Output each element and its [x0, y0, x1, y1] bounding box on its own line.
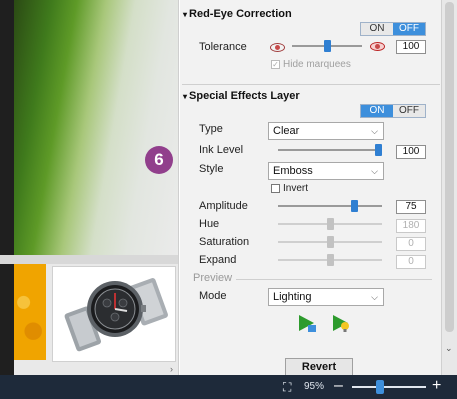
collapse-triangle-icon: ▾	[183, 10, 188, 19]
expand-slider[interactable]	[278, 254, 382, 266]
ink-level-knob[interactable]	[375, 144, 382, 156]
preview-divider	[236, 279, 432, 280]
status-bar: ⛶ 95% – +	[0, 375, 457, 399]
main-photo	[14, 0, 178, 255]
style-label: Style	[199, 163, 224, 175]
special-toggle[interactable]: ON OFF	[360, 104, 426, 118]
thumbnail-orange[interactable]	[14, 264, 46, 360]
style-select[interactable]: Emboss ⌵	[268, 162, 384, 180]
hue-knob[interactable]	[327, 218, 334, 230]
invert-label: Invert	[283, 183, 309, 194]
invert-checkbox[interactable]: Invert	[271, 183, 308, 194]
type-select-value: Clear	[273, 125, 300, 137]
amplitude-label: Amplitude	[199, 200, 248, 212]
saturation-value[interactable]: 0	[396, 237, 426, 251]
red-eye-open-icon	[370, 42, 385, 51]
chevron-down-icon: ⌵	[371, 166, 378, 176]
type-select[interactable]: Clear ⌵	[268, 122, 384, 140]
apply-green-svg	[299, 315, 316, 332]
expand-label: Expand	[199, 254, 237, 266]
thumbnail-strip-edge	[0, 264, 14, 375]
amplitude-track	[278, 205, 382, 207]
hide-marquees-label: Hide marquees	[283, 59, 351, 70]
ink-level-label: Ink Level	[199, 144, 244, 156]
fit-screen-icon[interactable]: ⛶	[283, 380, 291, 395]
redeye-off-button[interactable]: OFF	[393, 23, 425, 35]
photo-edge	[0, 0, 14, 255]
special-on-button[interactable]: ON	[361, 105, 393, 117]
ink-level-value[interactable]: 100	[396, 145, 426, 159]
hide-marquees-box[interactable]: ✓	[271, 60, 280, 69]
section-divider	[182, 84, 440, 85]
expand-knob[interactable]	[327, 254, 334, 266]
redeye-on-button[interactable]: ON	[361, 23, 393, 35]
ink-level-slider[interactable]	[278, 144, 382, 156]
watch-image	[64, 278, 168, 352]
scroll-down-arrow[interactable]: ⌄	[445, 343, 453, 354]
mode-select[interactable]: Lighting ⌵	[268, 288, 384, 306]
zoom-in-button[interactable]: +	[432, 377, 441, 395]
red-eye-closed-icon	[270, 43, 285, 52]
hue-slider[interactable]	[278, 218, 382, 230]
style-select-value: Emboss	[273, 165, 313, 177]
tolerance-slider[interactable]	[292, 40, 362, 52]
redeye-section-title[interactable]: ▾ Red-Eye Correction	[183, 8, 292, 20]
zoom-knob[interactable]	[376, 380, 384, 394]
image-viewer: ›	[0, 0, 179, 375]
expand-value[interactable]: 0	[396, 255, 426, 269]
invert-box[interactable]	[271, 184, 280, 193]
thumbnail-scroll-arrow[interactable]: ›	[170, 364, 173, 374]
chevron-down-icon: ⌵	[371, 292, 378, 302]
light-bulb-svg	[333, 315, 349, 332]
amplitude-slider[interactable]	[278, 200, 382, 212]
thumbnail-watch[interactable]	[52, 266, 176, 362]
zoom-out-button[interactable]: –	[334, 377, 343, 395]
tolerance-value[interactable]: 100	[396, 40, 426, 54]
type-label: Type	[199, 123, 223, 135]
ink-level-track	[278, 149, 382, 151]
zoom-track[interactable]	[352, 386, 426, 388]
apply-green-icon[interactable]	[296, 312, 318, 334]
saturation-label: Saturation	[199, 236, 250, 248]
revert-button[interactable]: Revert	[285, 358, 353, 376]
chevron-down-icon: ⌵	[371, 126, 378, 136]
light-bulb-icon[interactable]	[330, 312, 352, 334]
mode-select-value: Lighting	[273, 291, 312, 303]
hue-value[interactable]: 180	[396, 219, 426, 233]
panel-scrollbar[interactable]: ⌄	[441, 0, 457, 375]
special-section-title[interactable]: ▾ Special Effects Layer	[183, 90, 300, 102]
hide-marquees-checkbox[interactable]: ✓ Hide marquees	[271, 59, 351, 70]
special-title-text: Special Effects Layer	[189, 90, 300, 102]
hue-label: Hue	[199, 218, 220, 230]
saturation-knob[interactable]	[327, 236, 334, 248]
amplitude-knob[interactable]	[351, 200, 358, 212]
redeye-title-text: Red-Eye Correction	[189, 8, 292, 20]
tolerance-label: Tolerance	[199, 41, 247, 53]
saturation-slider[interactable]	[278, 236, 382, 248]
scrollbar-thumb[interactable]	[445, 2, 454, 332]
step-badge: 6	[145, 146, 173, 174]
amplitude-value[interactable]: 75	[396, 200, 426, 214]
mode-label: Mode	[199, 290, 227, 302]
special-off-button[interactable]: OFF	[393, 105, 425, 117]
thumbnail-separator	[0, 255, 178, 264]
zoom-percent: 95%	[304, 381, 325, 392]
redeye-toggle[interactable]: ON OFF	[360, 22, 426, 36]
preview-label: Preview	[193, 272, 233, 284]
tolerance-knob[interactable]	[324, 40, 331, 52]
collapse-triangle-icon: ▾	[183, 92, 188, 101]
